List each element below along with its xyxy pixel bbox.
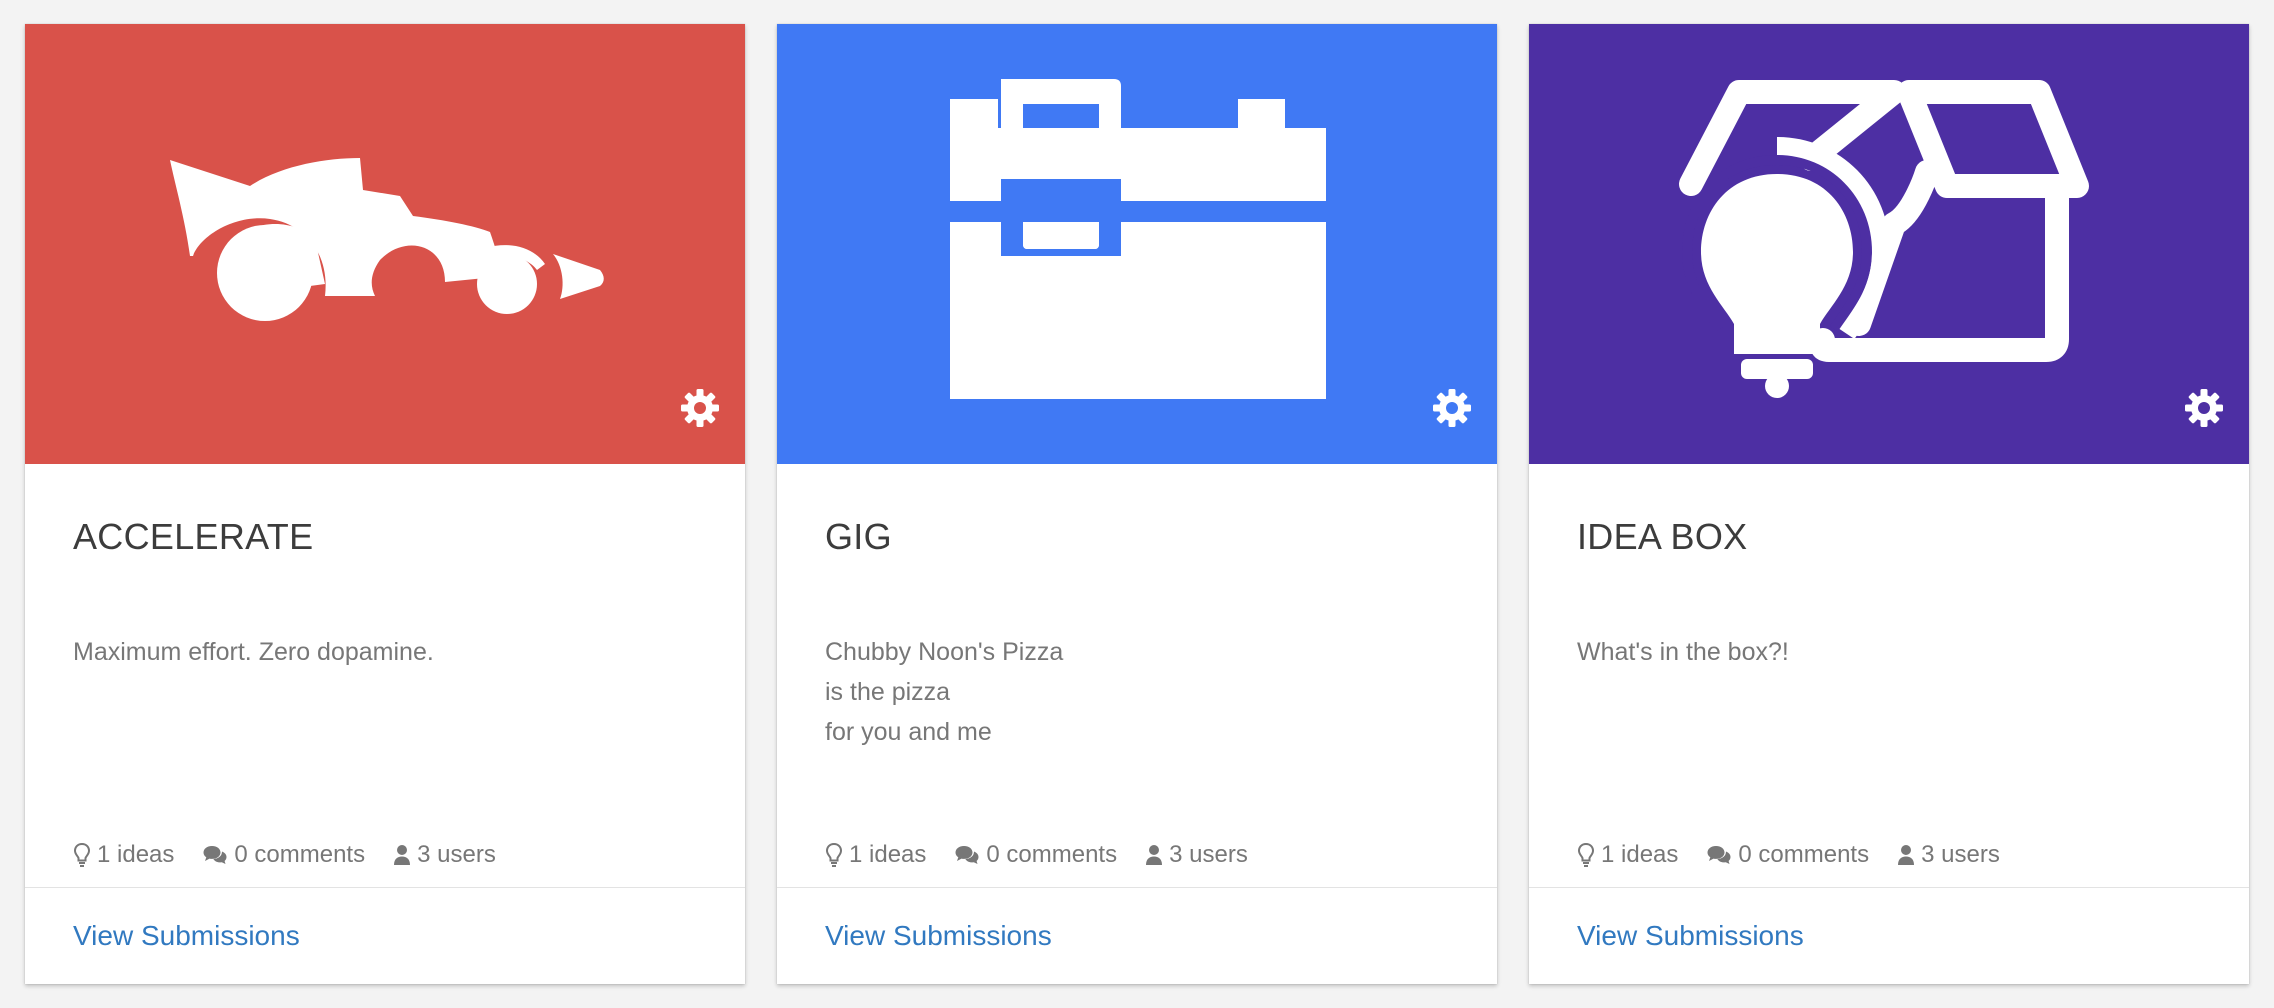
lightbulb-icon (73, 842, 91, 867)
ideas-stat: 1 ideas (1577, 841, 1678, 869)
comments-icon (955, 846, 979, 864)
race-car-icon (170, 158, 604, 321)
comments-stat: 0 comments (954, 841, 1117, 869)
card-stats: 1 ideas 0 comments 3 users (73, 841, 496, 869)
card-stats: 1 ideas 0 comments 3 users (825, 841, 1248, 869)
comments-icon (203, 846, 227, 864)
user-icon (1898, 845, 1915, 865)
view-submissions-link[interactable]: View Submissions (825, 920, 1052, 952)
challenge-card-accelerate: ACCELERATE Maximum effort. Zero dopamine… (25, 24, 745, 984)
challenge-card-idea-box: IDEA BOX What's in the box?! 1 ideas 0 c… (1529, 24, 2249, 984)
users-stat: 3 users (393, 841, 496, 869)
card-body: IDEA BOX What's in the box?! 1 ideas 0 c… (1529, 464, 2249, 887)
card-banner[interactable] (25, 24, 745, 464)
card-footer: View Submissions (777, 887, 1497, 984)
users-stat: 3 users (1145, 841, 1248, 869)
lightbulb-icon (825, 842, 843, 867)
card-body: GIG Chubby Noon's Pizza is the pizza for… (777, 464, 1497, 887)
toolbox-icon (950, 79, 1326, 399)
comments-count: 0 comments (1738, 841, 1870, 868)
user-icon (1146, 845, 1163, 865)
comments-stat: 0 comments (202, 841, 365, 869)
ideas-stat: 1 ideas (73, 841, 174, 869)
comments-count: 0 comments (986, 841, 1118, 868)
card-footer: View Submissions (25, 887, 745, 984)
lightbulb-box-icon (1679, 80, 2089, 398)
card-body: ACCELERATE Maximum effort. Zero dopamine… (25, 464, 745, 887)
card-description: Maximum effort. Zero dopamine. (73, 638, 434, 666)
settings-gear-icon[interactable] (678, 386, 722, 430)
comments-icon (1707, 846, 1731, 864)
view-submissions-link[interactable]: View Submissions (1577, 920, 1804, 952)
card-banner[interactable] (1529, 24, 2249, 464)
user-icon (394, 845, 411, 865)
users-count: 3 users (1921, 841, 2000, 868)
comments-stat: 0 comments (1706, 841, 1869, 869)
settings-gear-icon[interactable] (1430, 386, 1474, 430)
ideas-count: 1 ideas (849, 841, 927, 868)
card-stats: 1 ideas 0 comments 3 users (1577, 841, 2000, 869)
users-count: 3 users (417, 841, 496, 868)
card-title: GIG (825, 516, 892, 557)
card-title: ACCELERATE (73, 516, 314, 557)
comments-count: 0 comments (234, 841, 366, 868)
users-stat: 3 users (1897, 841, 2000, 869)
lightbulb-icon (1577, 842, 1595, 867)
card-banner[interactable] (777, 24, 1497, 464)
card-description: What's in the box?! (1577, 638, 1789, 666)
card-description: Chubby Noon's Pizza is the pizza for you… (825, 638, 1064, 746)
ideas-count: 1 ideas (1601, 841, 1679, 868)
card-title: IDEA BOX (1577, 516, 1748, 557)
challenge-card-grid: ACCELERATE Maximum effort. Zero dopamine… (25, 24, 2249, 984)
settings-gear-icon[interactable] (2182, 386, 2226, 430)
ideas-count: 1 ideas (97, 841, 175, 868)
users-count: 3 users (1169, 841, 1248, 868)
view-submissions-link[interactable]: View Submissions (73, 920, 300, 952)
challenge-card-gig: GIG Chubby Noon's Pizza is the pizza for… (777, 24, 1497, 984)
ideas-stat: 1 ideas (825, 841, 926, 869)
card-footer: View Submissions (1529, 887, 2249, 984)
